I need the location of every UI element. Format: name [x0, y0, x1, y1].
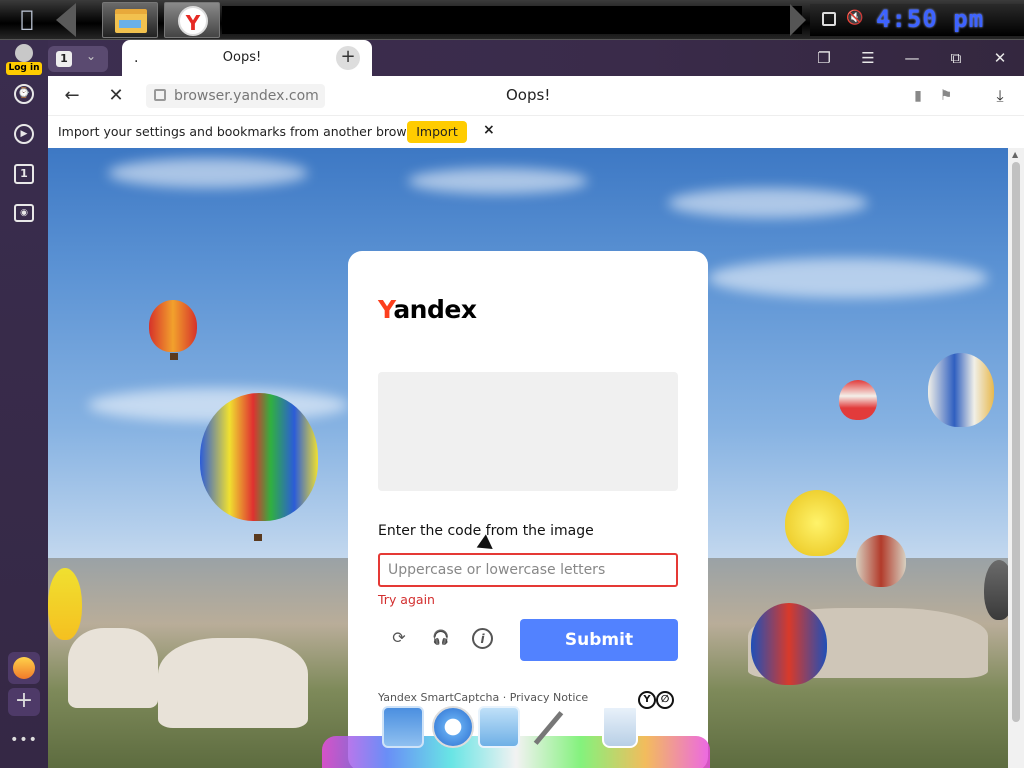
taskbar-right-arrow-icon [790, 4, 806, 36]
cloud [708, 258, 988, 298]
hot-air-balloon [200, 393, 318, 521]
scrollbar-thumb[interactable] [1012, 162, 1020, 722]
stop-loading-icon[interactable]: ✕ [104, 84, 128, 108]
hot-air-balloon [149, 300, 197, 352]
hot-air-balloon [751, 603, 827, 685]
submit-button[interactable]: Submit [520, 619, 678, 661]
clock[interactable]: 4:50 pm [876, 5, 984, 33]
lock-icon[interactable] [154, 89, 166, 101]
tab-count-icon[interactable]: 1 [14, 164, 34, 184]
bookmarks-panel-icon[interactable]: ❐ [814, 48, 834, 68]
system-tray: 🔇 4:50 pm [810, 4, 1024, 36]
volume-muted-icon[interactable]: 🔇 [846, 10, 863, 26]
url-field[interactable]: browser.yandex.com [146, 84, 325, 108]
refresh-icon[interactable]: ⟳ [388, 628, 410, 650]
scroll-up-icon[interactable]: ▲ [1012, 150, 1018, 159]
address-book-icon[interactable] [478, 706, 520, 748]
safari-compass-icon[interactable] [432, 706, 474, 748]
hot-air-balloon [48, 568, 82, 640]
tab-favicon: . [134, 50, 139, 66]
hot-air-balloon [984, 560, 1008, 620]
taskbar-files-app[interactable] [102, 2, 158, 38]
more-icon[interactable]: ••• [10, 732, 38, 748]
import-message: Import your settings and bookmarks from … [58, 124, 429, 139]
taskbar-yandex-browser-app[interactable]: Y [164, 2, 220, 38]
page-scrollbar[interactable]: ▲ [1008, 148, 1024, 768]
tab-count-button[interactable]: 1 ⌄ [48, 46, 108, 72]
apple-icon[interactable]:  [10, 6, 44, 34]
add-panel-button[interactable]: + [8, 688, 40, 716]
avatar [15, 44, 33, 62]
hot-air-balloon [785, 490, 849, 556]
play-icon[interactable]: ▶ [14, 124, 34, 144]
tab-active[interactable]: . Oops! ✕ [122, 40, 372, 76]
captcha-code-input[interactable] [378, 553, 678, 587]
error-message: Try again [378, 592, 435, 607]
yandex-logo-y: Y [378, 295, 394, 324]
tab-strip: 1 ⌄ . Oops! ✕ + ❐ ☰ — ⧉ ✕ [48, 40, 1024, 76]
hot-air-balloon [928, 353, 994, 427]
pen-tool-icon[interactable] [534, 706, 564, 748]
hot-air-balloon [839, 380, 877, 420]
audio-headphones-icon[interactable]: 🎧 [430, 628, 452, 650]
tab-title: Oops! [222, 50, 262, 65]
captcha-card: Yandex Enter the code from the image Try… [348, 251, 708, 768]
close-infobar-icon[interactable]: × [483, 122, 495, 138]
import-infobar: Import your settings and bookmarks from … [48, 116, 1024, 148]
dock [322, 700, 710, 768]
cloud [108, 158, 308, 188]
hot-air-balloon [856, 535, 906, 587]
screen:  Y 🔇 4:50 pm Log in ⌚ ▶ 1 ◉ + ••• 1 [0, 0, 1024, 768]
login-button[interactable]: Log in [6, 44, 42, 75]
browser-sidebar: Log in ⌚ ▶ 1 ◉ + ••• [0, 40, 48, 768]
cloud [668, 188, 868, 218]
address-bar: ← ✕ browser.yandex.com Oops! ▮ ⚑ ⤓ [48, 76, 1024, 116]
history-icon[interactable]: ⌚ [14, 84, 34, 104]
preview-app-icon[interactable] [382, 706, 424, 748]
close-window-icon[interactable]: ✕ [990, 48, 1010, 68]
back-icon[interactable]: ← [60, 84, 84, 108]
yandex-logo: Yandex [378, 295, 477, 324]
files-icon [115, 9, 147, 33]
balloon-basket [254, 534, 262, 541]
tab-count: 1 [56, 51, 72, 67]
captcha-image [378, 372, 678, 491]
url-text: browser.yandex.com [174, 88, 319, 104]
import-button[interactable]: Import [407, 121, 467, 143]
menu-icon[interactable]: ☰ [858, 48, 878, 68]
cloud [408, 168, 588, 194]
yandex-logo-rest: andex [393, 295, 477, 324]
new-tab-button[interactable]: + [336, 46, 360, 70]
network-icon[interactable] [822, 12, 836, 26]
rock-formation [68, 628, 158, 708]
chevron-down-icon: ⌄ [86, 49, 97, 63]
comment-icon[interactable]: ▮ [908, 86, 928, 106]
bookmark-icon[interactable]: ⚑ [936, 86, 956, 106]
info-icon[interactable]: i [472, 628, 493, 649]
mail-icon[interactable] [8, 652, 40, 684]
yandex-browser-icon: Y [178, 6, 208, 36]
balloon-basket [170, 353, 178, 360]
download-icon[interactable]: ⤓ [990, 86, 1010, 106]
trash-icon[interactable] [602, 706, 638, 748]
rock-formation [158, 638, 308, 728]
login-label: Log in [6, 62, 42, 75]
minimize-icon[interactable]: — [902, 48, 922, 68]
page-title: Oops! [506, 86, 551, 104]
taskbar-window-area [222, 6, 802, 34]
screenshot-icon[interactable]: ◉ [14, 204, 34, 222]
restore-icon[interactable]: ⧉ [946, 48, 966, 68]
taskbar-left-arrow-icon [56, 3, 76, 37]
system-taskbar:  Y 🔇 4:50 pm [0, 0, 1024, 40]
